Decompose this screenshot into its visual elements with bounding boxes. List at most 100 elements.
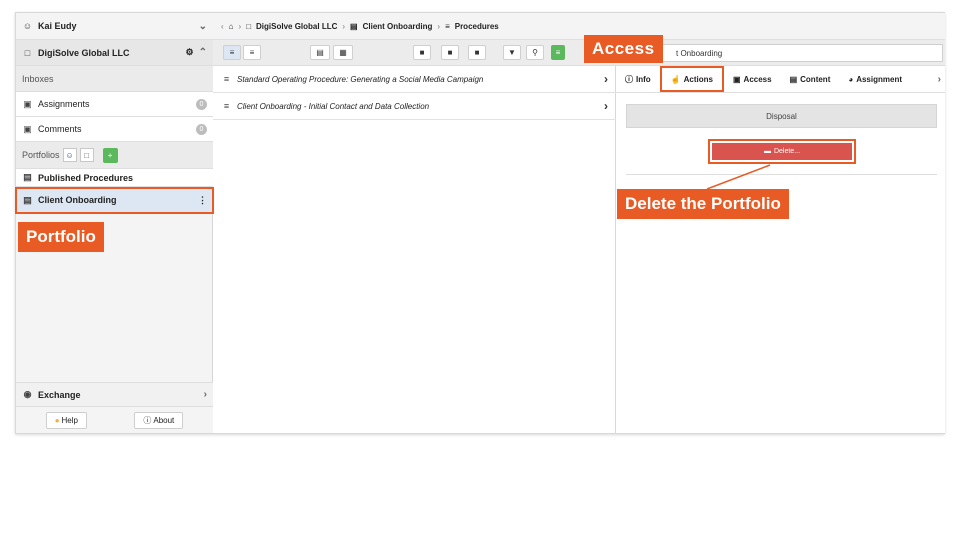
filter-icon[interactable]: ▼ bbox=[503, 45, 521, 60]
export-icon[interactable]: ■ bbox=[413, 45, 431, 60]
user-icon: ☺ bbox=[22, 21, 33, 31]
list-item-title: Client Onboarding - Initial Contact and … bbox=[237, 101, 430, 111]
callout-portfolio: Portfolio bbox=[18, 222, 104, 252]
help-label: Help bbox=[61, 415, 78, 425]
org-header[interactable]: □ DigiSolve Global LLC ⚙ ⌃ bbox=[16, 40, 213, 66]
detail-tabs: ⓘ Info ☝ Actions ▣ Access ▤ Content ◕ As… bbox=[616, 66, 945, 93]
view-list-icon[interactable]: ≡ bbox=[243, 45, 261, 60]
portfolios-header: Portfolios ☺ □ + bbox=[16, 142, 213, 169]
list-item[interactable]: ≡ Client Onboarding - Initial Contact an… bbox=[213, 93, 616, 120]
callout-delete: Delete the Portfolio bbox=[617, 189, 789, 219]
info-icon: ⓘ bbox=[143, 415, 152, 425]
help-icon: ● bbox=[54, 415, 60, 425]
user-filter-icon[interactable]: ☺ bbox=[62, 148, 77, 162]
disposal-section-header: Disposal bbox=[626, 104, 937, 128]
detail-panel: ⓘ Info ☝ Actions ▣ Access ▤ Content ◕ As… bbox=[616, 66, 945, 433]
chevron-up-icon[interactable]: ⌃ bbox=[199, 47, 207, 58]
tab-content[interactable]: ▤ Content bbox=[781, 66, 840, 93]
archive-icon[interactable]: ■ bbox=[468, 45, 486, 60]
chevron-right-icon[interactable]: › bbox=[938, 74, 945, 85]
divider bbox=[626, 174, 937, 175]
exchange-icon: ◉ bbox=[23, 389, 32, 399]
published-label: Published Procedures bbox=[38, 172, 134, 183]
add-portfolio-button[interactable]: + bbox=[102, 147, 118, 163]
sidebar-item-exchange[interactable]: ◉ Exchange › bbox=[16, 382, 213, 407]
about-button[interactable]: ⓘ About bbox=[134, 411, 184, 429]
tab-assignment[interactable]: ◕ Assignment bbox=[839, 66, 919, 93]
inbox-icon: ▣ bbox=[23, 123, 32, 134]
lock-icon: ▣ bbox=[732, 74, 741, 84]
tab-content-label: Content bbox=[800, 74, 831, 84]
tab-actions[interactable]: ☝ Actions bbox=[659, 66, 724, 92]
back-chevron-icon[interactable]: ‹ bbox=[221, 22, 224, 31]
chevron-right-icon[interactable]: › bbox=[604, 99, 608, 113]
breadcrumb-org[interactable]: DigiSolve Global LLC bbox=[256, 22, 337, 31]
exchange-label: Exchange bbox=[38, 389, 81, 400]
breadcrumb-separator: › bbox=[342, 21, 346, 31]
portfolios-label: Portfolios bbox=[22, 150, 60, 160]
assignments-count-badge: 0 bbox=[196, 98, 207, 110]
procedure-icon: ≡ bbox=[223, 101, 230, 111]
assignments-label: Assignments bbox=[38, 99, 90, 109]
sidebar-item-published-procedures[interactable]: ▤ Published Procedures bbox=[16, 169, 213, 187]
delete-label: Delete... bbox=[773, 148, 801, 155]
sidebar-footer: ● Help ⓘ About bbox=[16, 407, 213, 433]
procedure-icon: ≡ bbox=[223, 74, 230, 84]
list-icon: ≡ bbox=[445, 21, 450, 31]
view-grid-icon[interactable]: ▦ bbox=[333, 45, 353, 60]
breadcrumb-procedures[interactable]: Procedures bbox=[455, 22, 499, 31]
tab-info[interactable]: ⓘ Info bbox=[616, 66, 660, 93]
search-input[interactable]: t Onboarding bbox=[661, 44, 943, 62]
chevron-down-icon[interactable]: ⌄ bbox=[199, 21, 207, 32]
image-icon: ▤ bbox=[789, 74, 798, 84]
add-procedure-button[interactable]: ≡ bbox=[551, 45, 565, 60]
edit-icon[interactable]: ■ bbox=[441, 45, 459, 60]
home-icon[interactable]: ⌂ bbox=[229, 22, 234, 31]
view-outline-icon[interactable]: ≡ bbox=[223, 45, 241, 60]
view-detail-icon[interactable]: ▤ bbox=[310, 45, 330, 60]
pie-icon: ◕ bbox=[848, 74, 854, 84]
org-icon: □ bbox=[24, 47, 31, 58]
search-icon[interactable]: ⚲ bbox=[526, 45, 544, 60]
comments-label: Comments bbox=[38, 124, 82, 134]
delete-button[interactable]: ▬ Delete... bbox=[712, 143, 852, 160]
tab-assignment-label: Assignment bbox=[856, 74, 902, 84]
help-button[interactable]: ● Help bbox=[45, 411, 87, 429]
disposal-label: Disposal bbox=[766, 111, 797, 121]
gear-icon[interactable]: ⚙ bbox=[186, 47, 194, 58]
tab-info-label: Info bbox=[636, 74, 651, 84]
about-label: About bbox=[153, 415, 175, 425]
tab-actions-label: Actions bbox=[683, 74, 713, 84]
search-value: t Onboarding bbox=[676, 48, 723, 58]
app-window: ☺ Kai Eudy ⌄ □ DigiSolve Global LLC ⚙ ⌃ … bbox=[15, 12, 945, 434]
inboxes-label: Inboxes bbox=[22, 73, 54, 84]
breadcrumb: ‹ ⌂ › □ DigiSolve Global LLC › ▤ Client … bbox=[213, 13, 945, 40]
toolbar: ≡ ≡ ▤ ▦ ■ ■ ■ ▼ ⚲ ≡ t Onboarding bbox=[213, 40, 945, 66]
user-menu[interactable]: ☺ Kai Eudy ⌄ bbox=[16, 13, 213, 40]
org-icon: □ bbox=[246, 21, 252, 31]
list-item-title: Standard Operating Procedure: Generating… bbox=[237, 74, 484, 84]
breadcrumb-separator: › bbox=[437, 21, 441, 31]
list-item[interactable]: ≡ Standard Operating Procedure: Generati… bbox=[213, 66, 616, 93]
breadcrumb-separator: › bbox=[238, 21, 242, 31]
pointer-icon: ☝ bbox=[670, 74, 681, 84]
sidebar-item-comments[interactable]: ▣ Comments 0 bbox=[16, 117, 213, 142]
user-name: Kai Eudy bbox=[38, 21, 77, 31]
sidebar-item-assignments[interactable]: ▣ Assignments 0 bbox=[16, 92, 213, 117]
chevron-right-icon: › bbox=[203, 389, 207, 400]
tab-access-label: Access bbox=[743, 74, 772, 84]
org-name: DigiSolve Global LLC bbox=[38, 47, 130, 58]
portfolio-icon: ▤ bbox=[350, 21, 358, 31]
delete-highlight: ▬ Delete... bbox=[708, 139, 856, 164]
procedure-list: ≡ Standard Operating Procedure: Generati… bbox=[213, 66, 616, 433]
breadcrumb-portfolio[interactable]: Client Onboarding bbox=[363, 22, 433, 31]
callout-access: Access bbox=[584, 35, 663, 63]
comments-count-badge: 0 bbox=[196, 123, 207, 135]
inboxes-header: Inboxes bbox=[16, 66, 213, 92]
document-icon[interactable]: □ bbox=[79, 148, 94, 162]
chevron-right-icon[interactable]: › bbox=[604, 72, 608, 86]
tab-access[interactable]: ▣ Access bbox=[724, 66, 781, 93]
inbox-icon: ▣ bbox=[23, 98, 32, 109]
portfolio-highlight bbox=[15, 187, 214, 214]
list-box-icon: ▤ bbox=[23, 172, 32, 182]
